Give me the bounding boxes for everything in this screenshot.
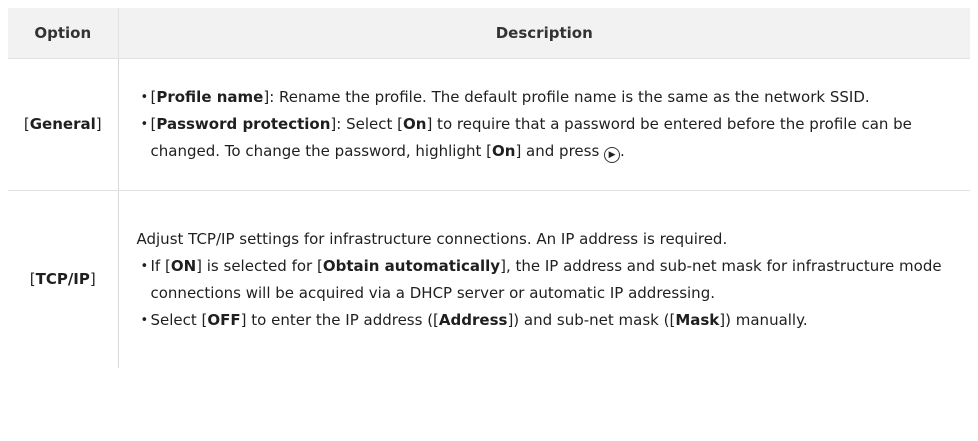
list-item: Select [OFF] to enter the IP address ([A… bbox=[141, 307, 957, 334]
option-value: ON bbox=[170, 256, 197, 275]
list-item: [Password protection]: Select [On] to re… bbox=[141, 111, 957, 165]
bullet-text: : Rename the profile. The default profil… bbox=[269, 88, 870, 106]
setting-name: Mask bbox=[675, 310, 720, 329]
bullet-text: ] to enter the IP address ([ bbox=[240, 310, 439, 329]
header-description: Description bbox=[118, 8, 970, 59]
option-value: On bbox=[492, 142, 516, 160]
bullet-text: ]) manually. bbox=[719, 310, 808, 329]
list-item: [Profile name]: Rename the profile. The … bbox=[141, 84, 957, 111]
option-cell: [General] bbox=[8, 58, 119, 191]
option-name: TCP/IP bbox=[35, 270, 90, 288]
bullet-text: ]) and sub-net mask ([ bbox=[507, 310, 676, 329]
bullet-text: : Select [ bbox=[336, 115, 403, 133]
header-option: Option bbox=[8, 8, 119, 59]
table-row: [TCP/IP] Adjust TCP/IP settings for infr… bbox=[8, 190, 970, 369]
option-value: OFF bbox=[207, 310, 241, 329]
bullet-text: If [ bbox=[150, 256, 171, 275]
table-header-row: Option Description bbox=[8, 8, 970, 59]
bullet-list: [Profile name]: Rename the profile. The … bbox=[137, 84, 957, 165]
bullet-text: . bbox=[620, 142, 625, 160]
description-cell: Adjust TCP/IP settings for infrastructur… bbox=[118, 191, 970, 369]
table-row: [General] [Profile name]: Rename the pro… bbox=[8, 58, 970, 191]
bullet-text: Select [ bbox=[150, 310, 208, 329]
option-name: General bbox=[29, 115, 96, 133]
option-cell: [TCP/IP] bbox=[8, 190, 119, 368]
bullet-list: If [ON] is selected for [Obtain automati… bbox=[137, 253, 957, 334]
intro-text: Adjust TCP/IP settings for infrastructur… bbox=[136, 229, 728, 248]
setting-name: Obtain automatically bbox=[322, 256, 501, 275]
setting-name: Password protection bbox=[156, 115, 331, 133]
list-item: If [ON] is selected for [Obtain automati… bbox=[141, 253, 957, 307]
description-cell: [Profile name]: Rename the profile. The … bbox=[118, 58, 970, 191]
setting-name: Profile name bbox=[156, 88, 264, 106]
options-table: Option Description [General] [Profile na… bbox=[8, 8, 970, 368]
bullet-text: ] and press bbox=[515, 142, 600, 160]
bullet-text: ] is selected for [ bbox=[196, 256, 323, 275]
multi-selector-right-icon: ▶ bbox=[604, 147, 621, 163]
setting-name: Address bbox=[438, 310, 508, 329]
option-value: On bbox=[403, 115, 427, 133]
